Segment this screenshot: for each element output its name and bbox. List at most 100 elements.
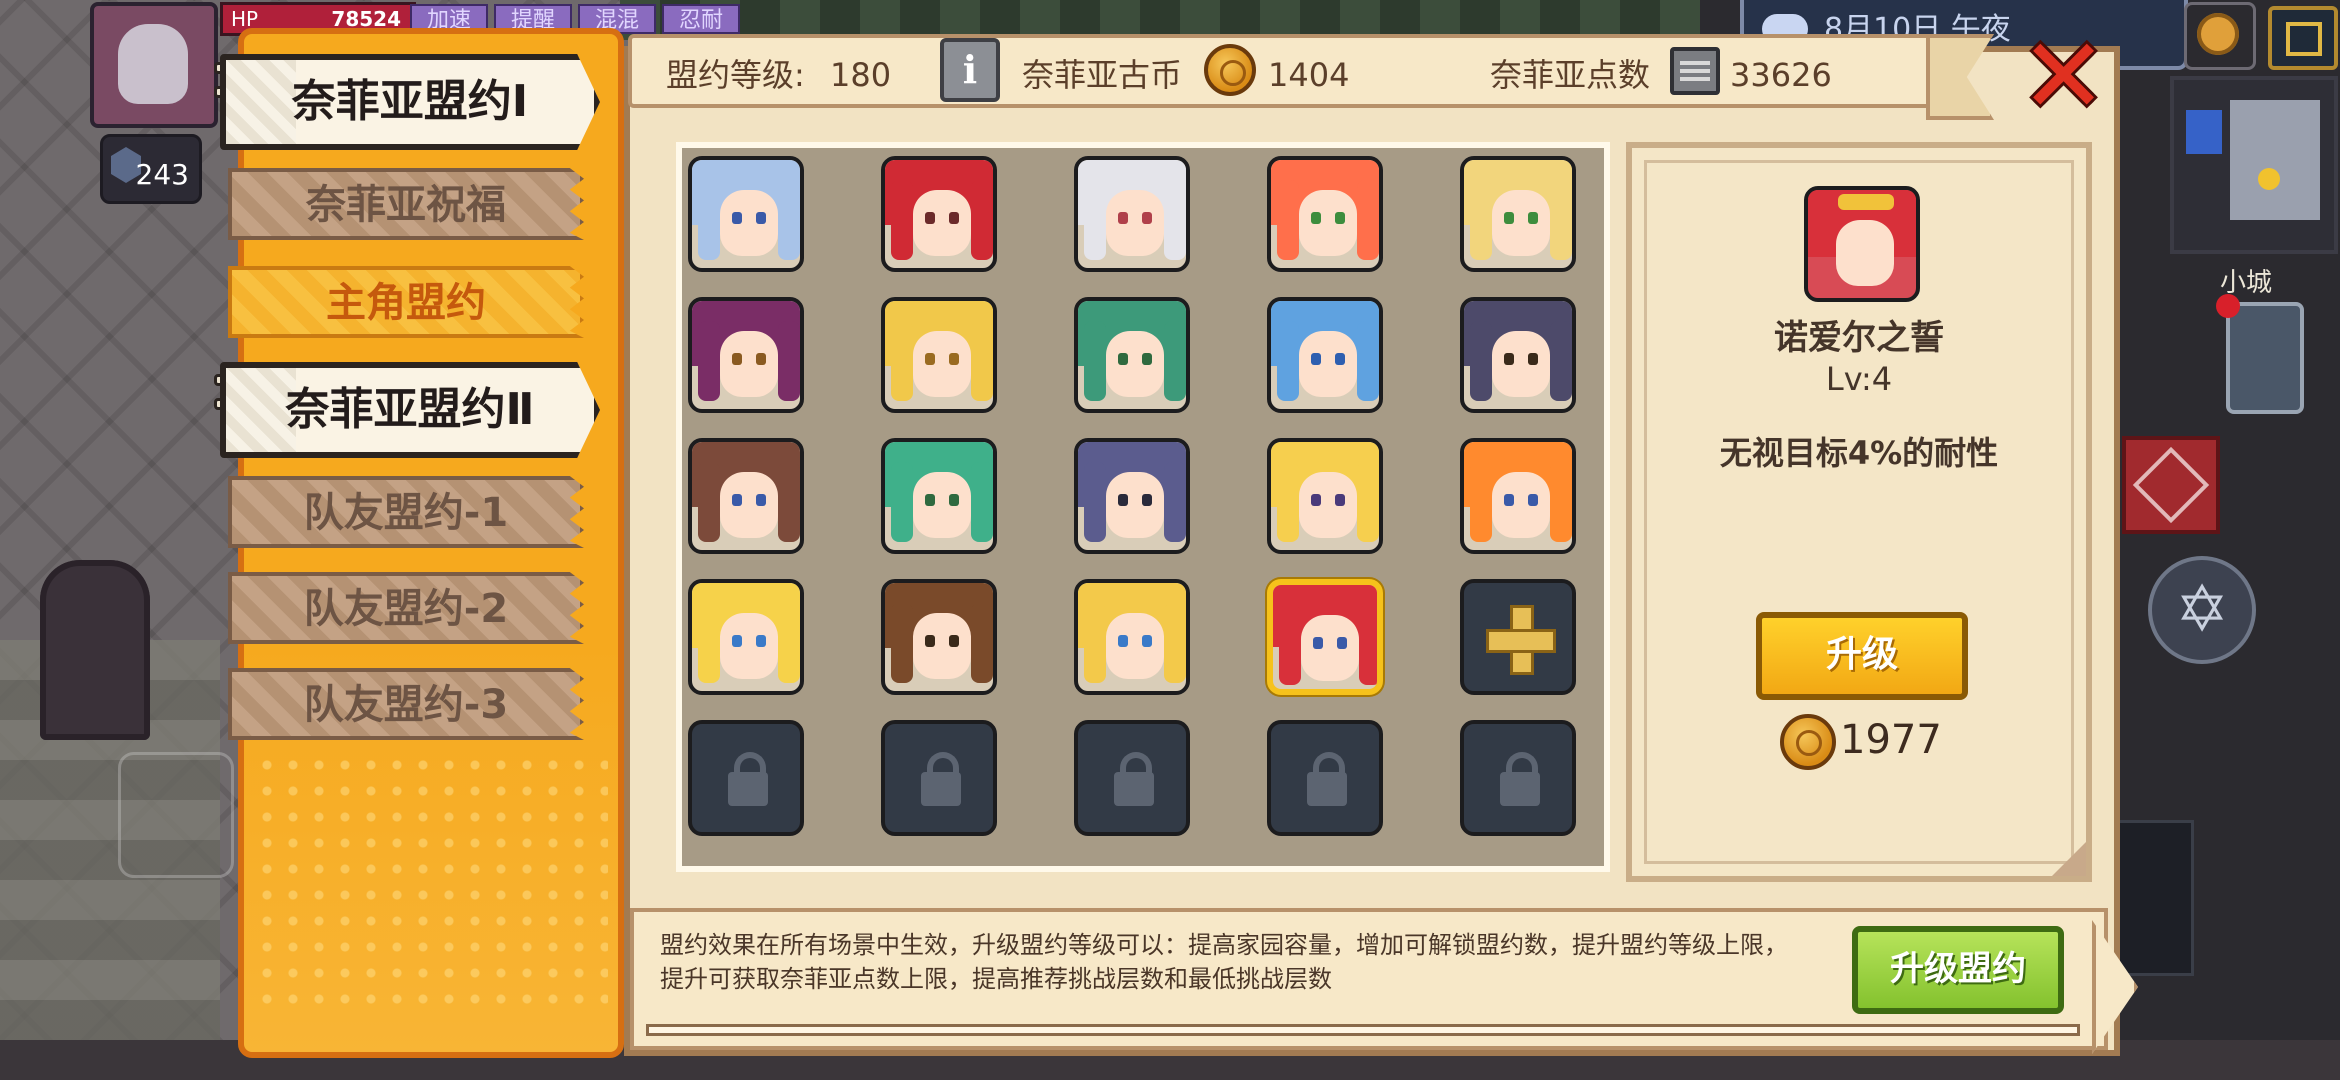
selected-pact-portrait <box>1804 186 1920 302</box>
portrait-hair <box>778 462 800 542</box>
portrait-eye <box>1118 635 1128 647</box>
character-pact-slot[interactable] <box>1267 438 1383 554</box>
sidebar-item-label: 队友盟约-3 <box>303 682 509 728</box>
portrait-eye <box>1118 494 1128 506</box>
portrait-eye <box>1504 494 1514 506</box>
sidebar-item-nephia-pact-2[interactable]: 奈菲亚盟约Ⅱ <box>220 362 600 458</box>
character-pact-slot[interactable] <box>1074 438 1190 554</box>
add-pact-slot[interactable] <box>1460 579 1576 695</box>
portrait-hair <box>1550 321 1572 401</box>
portrait-eye <box>1142 353 1152 365</box>
close-icon[interactable]: ✕ <box>2020 24 2107 128</box>
hexagram-icon: ✡ <box>2175 573 2229 647</box>
portrait-eye <box>925 635 935 647</box>
character-pact-slot[interactable] <box>688 156 804 272</box>
portrait-eye <box>1313 637 1323 649</box>
character-pact-slot[interactable] <box>881 297 997 413</box>
chip-icon <box>1670 46 1720 95</box>
left-dpad[interactable] <box>118 752 234 878</box>
character-pact-slot[interactable] <box>1460 297 1576 413</box>
portrait-eye <box>732 353 742 365</box>
character-pact-slot[interactable] <box>688 438 804 554</box>
world-map-button[interactable] <box>2184 2 2256 70</box>
portrait-face <box>1492 331 1550 397</box>
player-avatar[interactable] <box>90 2 218 128</box>
portrait-face <box>913 190 971 256</box>
character-pact-slot[interactable] <box>881 579 997 695</box>
points-value: 33626 <box>1730 56 1832 94</box>
upgrade-cost: 1977 <box>1780 712 1980 770</box>
pact-level-label: 盟约等级: <box>666 56 805 94</box>
portrait-hair <box>778 180 800 260</box>
phone-button[interactable] <box>2216 294 2304 414</box>
sidebar-item-teammate-pact-1[interactable]: 队友盟约-1 <box>228 476 584 548</box>
character-pact-slot[interactable] <box>1267 156 1383 272</box>
minimap[interactable] <box>2170 76 2338 254</box>
right-side-slot[interactable] <box>2108 820 2194 976</box>
locked-pact-slot[interactable] <box>1267 720 1383 836</box>
character-pact-slot[interactable] <box>881 156 997 272</box>
sidebar-item-label: 奈菲亚盟约Ⅰ <box>291 76 529 127</box>
portrait-eye <box>1335 353 1345 365</box>
portrait-eye <box>756 635 766 647</box>
portrait-hair <box>891 603 913 683</box>
portrait-face <box>1301 615 1359 681</box>
character-pact-slot[interactable] <box>1460 156 1576 272</box>
portrait-hair <box>1357 321 1379 401</box>
cube-button[interactable] <box>2122 436 2220 534</box>
character-pact-slot[interactable] <box>688 579 804 695</box>
exit-button[interactable] <box>2268 6 2338 70</box>
hud-tab[interactable]: 忍耐 <box>662 4 740 34</box>
portrait-face <box>1299 331 1357 397</box>
character-pact-slot[interactable] <box>1074 297 1190 413</box>
upgrade-pact-button[interactable]: 升级盟约 <box>1852 926 2064 1014</box>
pact-progress-bar <box>646 1024 2080 1036</box>
lock-icon <box>1500 772 1540 806</box>
portrait-hair <box>1279 605 1301 685</box>
sidebar-item-nephia-blessing[interactable]: 奈菲亚祝福 <box>228 168 584 240</box>
locked-pact-slot[interactable] <box>688 720 804 836</box>
character-pact-slot[interactable] <box>881 438 997 554</box>
portrait-face <box>1836 220 1894 286</box>
portrait-eye <box>949 635 959 647</box>
portrait-face <box>1492 190 1550 256</box>
portrait-hair <box>778 603 800 683</box>
portrait-eye <box>1335 212 1345 224</box>
sidebar-item-teammate-pact-3[interactable]: 队友盟约-3 <box>228 668 584 740</box>
character-pact-slot[interactable] <box>1267 579 1383 695</box>
portrait-hair <box>1164 603 1186 683</box>
sidebar-item-label: 奈菲亚祝福 <box>306 182 506 228</box>
character-pact-slot[interactable] <box>1267 297 1383 413</box>
rune-icon <box>2132 446 2210 524</box>
info-icon[interactable]: i <box>940 38 1000 102</box>
locked-pact-slot[interactable] <box>1460 720 1576 836</box>
character-pact-slot[interactable] <box>1074 156 1190 272</box>
portrait-eye <box>949 353 959 365</box>
portrait-hair <box>1277 321 1299 401</box>
upgrade-button[interactable]: 升级 <box>1756 612 1968 700</box>
character-pact-slot[interactable] <box>1074 579 1190 695</box>
description-line: 盟约效果在所有场景中生效，升级盟约等级可以：提高家园容量，增加可解锁盟约数，提升… <box>660 931 1788 959</box>
portrait-hair <box>1277 180 1299 260</box>
portrait-face <box>1106 472 1164 538</box>
portrait-eye <box>756 494 766 506</box>
locked-pact-slot[interactable] <box>1074 720 1190 836</box>
points-label: 奈菲亚点数 <box>1490 56 1651 94</box>
portrait-eye <box>925 494 935 506</box>
portrait-hair <box>698 462 720 542</box>
character-pact-slot[interactable] <box>688 297 804 413</box>
minimap-water <box>2186 110 2222 154</box>
character-pact-slot[interactable] <box>1460 438 1576 554</box>
portrait-hair <box>1359 605 1377 685</box>
pact-resource-bar: 盟约等级: 180 奈菲亚古币 1404 奈菲亚点数 33626 <box>628 34 1994 120</box>
portrait-hair <box>1357 462 1379 542</box>
sidebar-item-hero-pact[interactable]: 主角盟约 <box>228 266 584 338</box>
sidebar-item-nephia-pact-1[interactable]: 奈菲亚盟约Ⅰ <box>220 54 600 150</box>
locked-pact-slot[interactable] <box>881 720 997 836</box>
sidebar-item-teammate-pact-2[interactable]: 队友盟约-2 <box>228 572 584 644</box>
portrait-hair <box>1550 180 1572 260</box>
portrait-eye <box>949 212 959 224</box>
portrait-eye <box>1311 212 1321 224</box>
hexagram-button[interactable]: ✡ <box>2148 556 2256 664</box>
portrait-eye <box>1504 353 1514 365</box>
